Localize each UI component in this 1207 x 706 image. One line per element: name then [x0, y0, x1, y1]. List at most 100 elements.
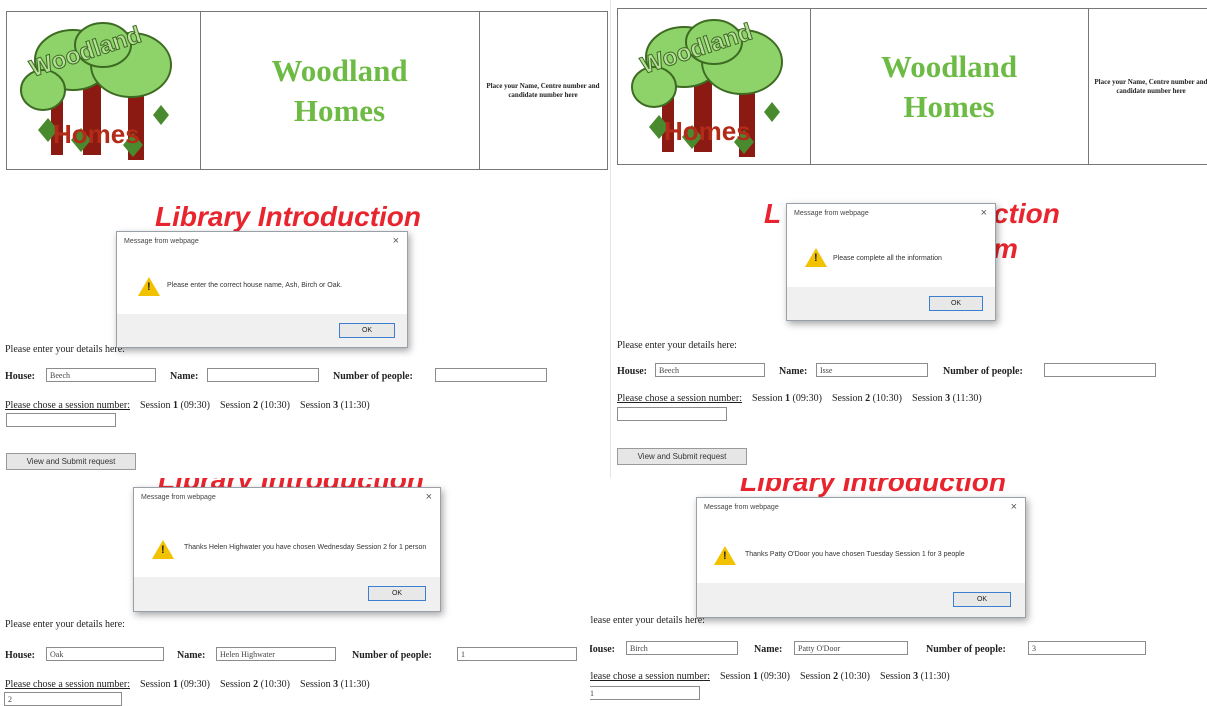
page-title: Library Introduction	[155, 201, 421, 232]
session-input[interactable]	[617, 407, 727, 421]
ok-button[interactable]: OK	[339, 323, 395, 338]
people-label: Number of people:	[333, 371, 413, 382]
house-label: House:	[590, 644, 615, 655]
logo-cell: Woodland Homes	[7, 12, 201, 169]
session-2-option[interactable]: Session 2 (10:30)	[220, 679, 290, 690]
dialog-footer: OK	[134, 577, 440, 611]
session-prompt: Please chose a session number:	[617, 393, 742, 404]
page-title-right-fragment: ction	[993, 198, 1060, 229]
session-3-option[interactable]: Session 3 (11:30)	[300, 679, 370, 690]
panel-bottom-left: Library Introduction Message from webpag…	[0, 478, 590, 706]
people-input[interactable]	[1044, 363, 1156, 377]
name-input[interactable]: Isse	[816, 363, 928, 377]
session-2-option[interactable]: Session 2 (10:30)	[832, 393, 902, 404]
dialog-message: Thanks Helen Highwater you have chosen W…	[184, 544, 427, 551]
dialog-message: Thanks Patty O'Door you have chosen Tues…	[745, 551, 965, 558]
session-input[interactable]	[6, 413, 116, 427]
close-icon[interactable]: ×	[393, 235, 399, 247]
woodland-homes-logo: Woodland Homes	[631, 18, 783, 157]
name-input[interactable]: Patty O'Door	[794, 641, 908, 655]
brand-line-1: Woodland	[271, 52, 408, 88]
session-2-option[interactable]: Session 2 (10:30)	[220, 400, 290, 411]
close-icon[interactable]: ×	[1011, 501, 1017, 513]
name-label: Name:	[170, 371, 199, 382]
submit-button[interactable]: View and Submit request	[6, 453, 136, 470]
ok-button[interactable]: OK	[368, 586, 426, 601]
close-icon[interactable]: ×	[426, 491, 432, 503]
dialog-title: Message from webpage	[141, 494, 216, 501]
name-label: Name:	[177, 650, 206, 661]
ok-button[interactable]: OK	[953, 592, 1011, 607]
candidate-note: Place your Name, Centre number and candi…	[486, 81, 600, 99]
brand-line-2: Homes	[903, 88, 995, 124]
people-input[interactable]	[435, 368, 547, 382]
house-input[interactable]: Oak	[46, 647, 164, 661]
name-input[interactable]	[207, 368, 319, 382]
dialog-message: Please enter the correct house name, Ash…	[167, 282, 343, 289]
warning-icon: !	[805, 248, 827, 267]
intro-text: Please enter your details here:	[617, 340, 737, 351]
svg-text:Homes: Homes	[53, 119, 140, 149]
panel-top-left: Woodland Homes Woodland Homes Place your…	[0, 0, 610, 478]
session-1-option[interactable]: Session 1 (09:30)	[140, 679, 210, 690]
session-row: Please chose a session number: Session 1…	[5, 400, 370, 412]
brand-name: Woodland Homes	[200, 12, 480, 169]
dialog-footer: OK	[117, 314, 407, 347]
session-3-option[interactable]: Session 3 (11:30)	[880, 671, 950, 682]
dialog-footer: OK	[787, 287, 995, 320]
house-input[interactable]: Birch	[626, 641, 738, 655]
session-2-option[interactable]: Session 2 (10:30)	[800, 671, 870, 682]
session-input[interactable]: 2	[4, 692, 122, 706]
house-input[interactable]: Beech	[46, 368, 156, 382]
submit-button[interactable]: View and Submit request	[617, 448, 747, 465]
dialog-title: Message from webpage	[124, 238, 199, 245]
svg-text:Homes: Homes	[664, 116, 751, 146]
warning-icon: !	[714, 546, 736, 565]
session-input[interactable]: 1	[590, 686, 700, 700]
dialog-message: Please complete all the information	[833, 255, 942, 262]
intro-text: Please enter your details here:	[5, 344, 125, 355]
session-3-option[interactable]: Session 3 (11:30)	[300, 400, 370, 411]
intro-text: Please enter your details here:	[5, 619, 125, 630]
people-input[interactable]: 1	[457, 647, 577, 661]
name-label: Name:	[754, 644, 783, 655]
woodland-homes-logo: Woodland Homes	[20, 21, 172, 160]
house-label: House:	[5, 650, 35, 661]
panel-bottom-right: Library Introduction Message from webpag…	[590, 478, 1207, 706]
alert-dialog: Message from webpage × ! Please enter th…	[116, 231, 408, 348]
ok-button[interactable]: OK	[929, 296, 983, 311]
brand-line-1: Woodland	[880, 48, 1018, 84]
session-1-option[interactable]: Session 1 (09:30)	[752, 393, 822, 404]
dialog-title: Message from webpage	[794, 210, 869, 217]
session-prompt: Please chose a session number:	[590, 671, 710, 682]
panel-top-right: Woodland Homes Woodland Homes Place your…	[610, 0, 1207, 478]
session-3-option[interactable]: Session 3 (11:30)	[912, 393, 982, 404]
house-input[interactable]: Beech	[655, 363, 765, 377]
warning-icon: !	[138, 277, 160, 296]
dialog-footer: OK	[697, 583, 1025, 617]
people-label: Number of people:	[352, 650, 432, 661]
house-label: House:	[5, 371, 35, 382]
site-header: Woodland Homes Woodland Homes Place your…	[617, 8, 1207, 165]
session-1-option[interactable]: Session 1 (09:30)	[720, 671, 790, 682]
session-row: Please chose a session number: Session 1…	[617, 393, 982, 405]
session-row: Please chose a session number: Session 1…	[590, 671, 950, 683]
session-prompt: Please chose a session number:	[5, 400, 130, 411]
name-label: Name:	[779, 366, 808, 377]
close-icon[interactable]: ×	[981, 207, 987, 219]
people-input[interactable]: 3	[1028, 641, 1146, 655]
page-title-line-2-fragment: m	[993, 233, 1018, 264]
alert-dialog: Message from webpage × ! Thanks Patty O'…	[696, 497, 1026, 618]
logo-cell: Woodland Homes	[618, 9, 811, 164]
name-input[interactable]: Helen Highwater	[216, 647, 336, 661]
dialog-title: Message from webpage	[704, 504, 779, 511]
warning-icon: !	[152, 540, 174, 559]
people-label: Number of people:	[926, 644, 1006, 655]
page-title-left-fragment: L	[764, 198, 782, 229]
brand-line-2: Homes	[293, 92, 386, 128]
session-1-option[interactable]: Session 1 (09:30)	[140, 400, 210, 411]
house-label: House:	[617, 366, 647, 377]
alert-dialog: Message from webpage × ! Please complete…	[786, 203, 996, 321]
candidate-note: Place your Name, Centre number and candi…	[1094, 77, 1207, 95]
session-prompt: Please chose a session number:	[5, 679, 130, 690]
